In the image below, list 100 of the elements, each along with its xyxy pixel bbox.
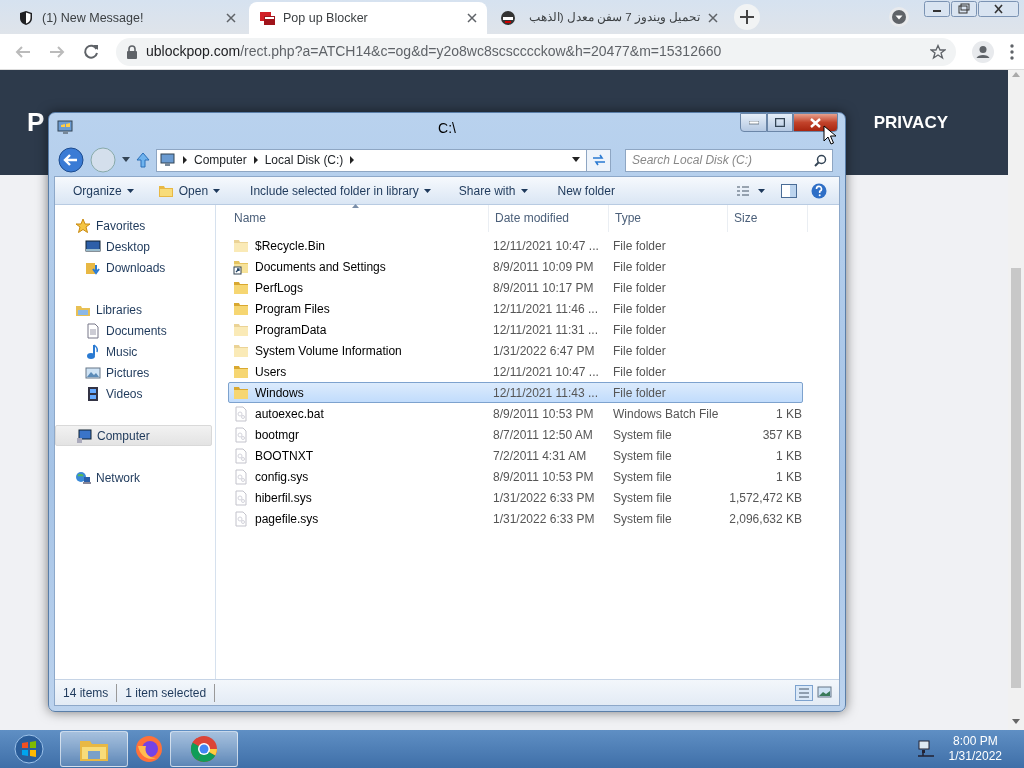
computer-icon (76, 427, 92, 444)
address-bar[interactable]: ublockpop.com/rect.php?a=ATCH14&c=og&d=y2o8wc8scscccckow&h=20477&m=15312660 (116, 37, 956, 66)
network-icon[interactable] (916, 740, 935, 758)
nav-item[interactable]: Videos (55, 383, 212, 404)
chevron-icon[interactable] (182, 155, 188, 165)
refresh-button[interactable] (586, 149, 610, 171)
desktop-icon (85, 238, 101, 255)
address-field[interactable]: Computer Local Disk (C:) (156, 148, 611, 172)
file-name: $Recycle.Bin (255, 237, 326, 255)
windows-logo-icon (14, 734, 44, 764)
column-header[interactable]: Date modified (489, 205, 609, 232)
dropdown-icon[interactable] (572, 157, 580, 163)
folder-icon (157, 183, 174, 198)
file-row[interactable]: Windows 12/11/2021 11:43 ... File folder (228, 382, 803, 403)
nav-item[interactable]: Computer (55, 425, 212, 446)
nav-item[interactable]: Pictures (55, 362, 212, 383)
view-options-icon[interactable] (737, 184, 767, 197)
file-row[interactable]: config.sys 8/9/2011 10:53 PM System file 1 KB (228, 466, 803, 487)
nav-item[interactable]: Music (55, 341, 212, 362)
reload-icon[interactable] (82, 42, 100, 61)
file-row[interactable]: pagefile.sys 1/31/2022 6:33 PM System file 2,096,632 KB (228, 508, 803, 529)
column-header[interactable]: Size (728, 205, 808, 232)
browser-tab[interactable]: تحميل ويندوز 7 سفن معدل (الذهب (490, 2, 728, 34)
chevron-icon[interactable] (252, 155, 259, 165)
toolbar-button[interactable]: Include selected folder in library (240, 178, 441, 203)
file-row[interactable]: autoexec.bat 8/9/2011 10:53 PM Windows Batch File 1 KB (228, 403, 803, 424)
avatar-icon (500, 10, 516, 26)
search-field[interactable]: Search Local Disk (C:) (625, 148, 833, 172)
toolbar-button[interactable]: Share with (448, 178, 538, 203)
site-logo[interactable]: P (27, 103, 45, 142)
toolbar-button[interactable]: Open (147, 178, 231, 203)
file-row[interactable]: Users 12/11/2021 10:47 ... File folder (228, 361, 803, 382)
close-button[interactable] (793, 113, 838, 132)
nav-item[interactable]: Libraries (55, 299, 212, 320)
breadcrumb-item[interactable]: Local Disk (C:) (264, 151, 344, 169)
computer-icon (57, 119, 75, 137)
file-row[interactable]: Program Files 12/11/2021 11:46 ... File folder (228, 298, 803, 319)
file-row[interactable]: System Volume Information 1/31/2022 6:47 PM File folder (228, 340, 803, 361)
nav-item[interactable]: Favorites (55, 215, 212, 236)
preview-pane-icon[interactable] (781, 183, 797, 198)
file-row[interactable]: ProgramData 12/11/2021 11:31 ... File folder (228, 319, 803, 340)
column-header[interactable]: Type (609, 205, 728, 232)
tiles-view-icon[interactable] (817, 684, 833, 699)
star-icon (75, 217, 91, 234)
nav-link[interactable]: PRIVACY (873, 109, 948, 136)
close-icon[interactable] (978, 1, 1019, 17)
clock[interactable]: 8:00 PM 1/31/2022 (948, 734, 1002, 764)
nav-item[interactable]: Documents (55, 320, 212, 341)
file-row[interactable]: BOOTNXT 7/2/2011 4:31 AM System file 1 KB (228, 445, 803, 466)
dropdown-icon[interactable] (122, 157, 130, 163)
file-row[interactable]: Documents and Settings 8/9/2011 10:09 PM File folder (228, 256, 803, 277)
file-row[interactable]: bootmgr 8/7/2011 12:50 AM System file 357 KB (228, 424, 803, 445)
close-icon[interactable] (708, 13, 718, 23)
restore-icon[interactable] (951, 1, 977, 17)
nav-item[interactable]: Network (55, 467, 212, 488)
file-row[interactable]: PerfLogs 8/9/2011 10:17 PM File folder (228, 277, 803, 298)
up-icon[interactable] (136, 152, 150, 168)
file-name: config.sys (255, 468, 309, 486)
nav-item[interactable]: Desktop (55, 236, 212, 257)
file-name: System Volume Information (255, 342, 402, 360)
scroll-thumb[interactable] (1011, 268, 1021, 688)
url-text: ublockpop.com/rect.php?a=ATCH14&c=og&d=y2o8wc8scscccckow&h=20477&m=15312660 (146, 42, 723, 61)
search-icon (814, 153, 827, 167)
browser-tab[interactable]: (1) New Message! (8, 2, 246, 34)
taskbar-button[interactable] (60, 731, 128, 767)
star-icon[interactable] (930, 43, 946, 60)
shield-icon (18, 10, 34, 26)
column-header[interactable]: Name (228, 205, 489, 232)
close-icon (810, 117, 821, 128)
breadcrumb-item[interactable]: Computer (194, 151, 247, 169)
chrome-icon (189, 734, 219, 764)
maximize-button[interactable] (767, 113, 793, 132)
scroll-down-icon[interactable] (1011, 718, 1021, 726)
menu-icon[interactable] (1010, 43, 1014, 60)
close-icon[interactable] (467, 13, 477, 23)
file-row[interactable]: hiberfil.sys 1/31/2022 6:33 PM System file 1,572,472 KB (228, 487, 803, 508)
taskbar-button[interactable] (170, 731, 238, 767)
profile-icon[interactable] (972, 40, 994, 63)
refresh-icon (591, 154, 606, 166)
file-name: autoexec.bat (255, 405, 324, 423)
scrollbar[interactable] (1008, 70, 1024, 730)
toolbar-button[interactable]: New folder (547, 178, 625, 203)
file-name: bootmgr (255, 426, 300, 444)
close-icon[interactable] (226, 13, 236, 23)
music-note-icon (85, 343, 101, 360)
film-icon (85, 385, 101, 402)
toolbar-button[interactable]: Organize (63, 178, 144, 203)
tab-search-icon[interactable] (889, 7, 909, 27)
file-row[interactable]: $Recycle.Bin 12/11/2021 10:47 ... File folder (228, 235, 803, 256)
nav-item[interactable]: Downloads (55, 257, 212, 278)
back-icon[interactable] (58, 147, 84, 173)
browser-tab[interactable]: Pop up Blocker (249, 2, 487, 34)
chevron-icon[interactable] (349, 155, 356, 165)
minimize-icon[interactable] (924, 1, 950, 17)
new-tab-icon[interactable] (734, 4, 760, 30)
firefox-icon (134, 734, 164, 764)
file-name: Users (255, 363, 287, 381)
help-icon[interactable] (811, 182, 827, 199)
picture-icon (85, 364, 101, 381)
status-text: 14 items (55, 683, 118, 702)
